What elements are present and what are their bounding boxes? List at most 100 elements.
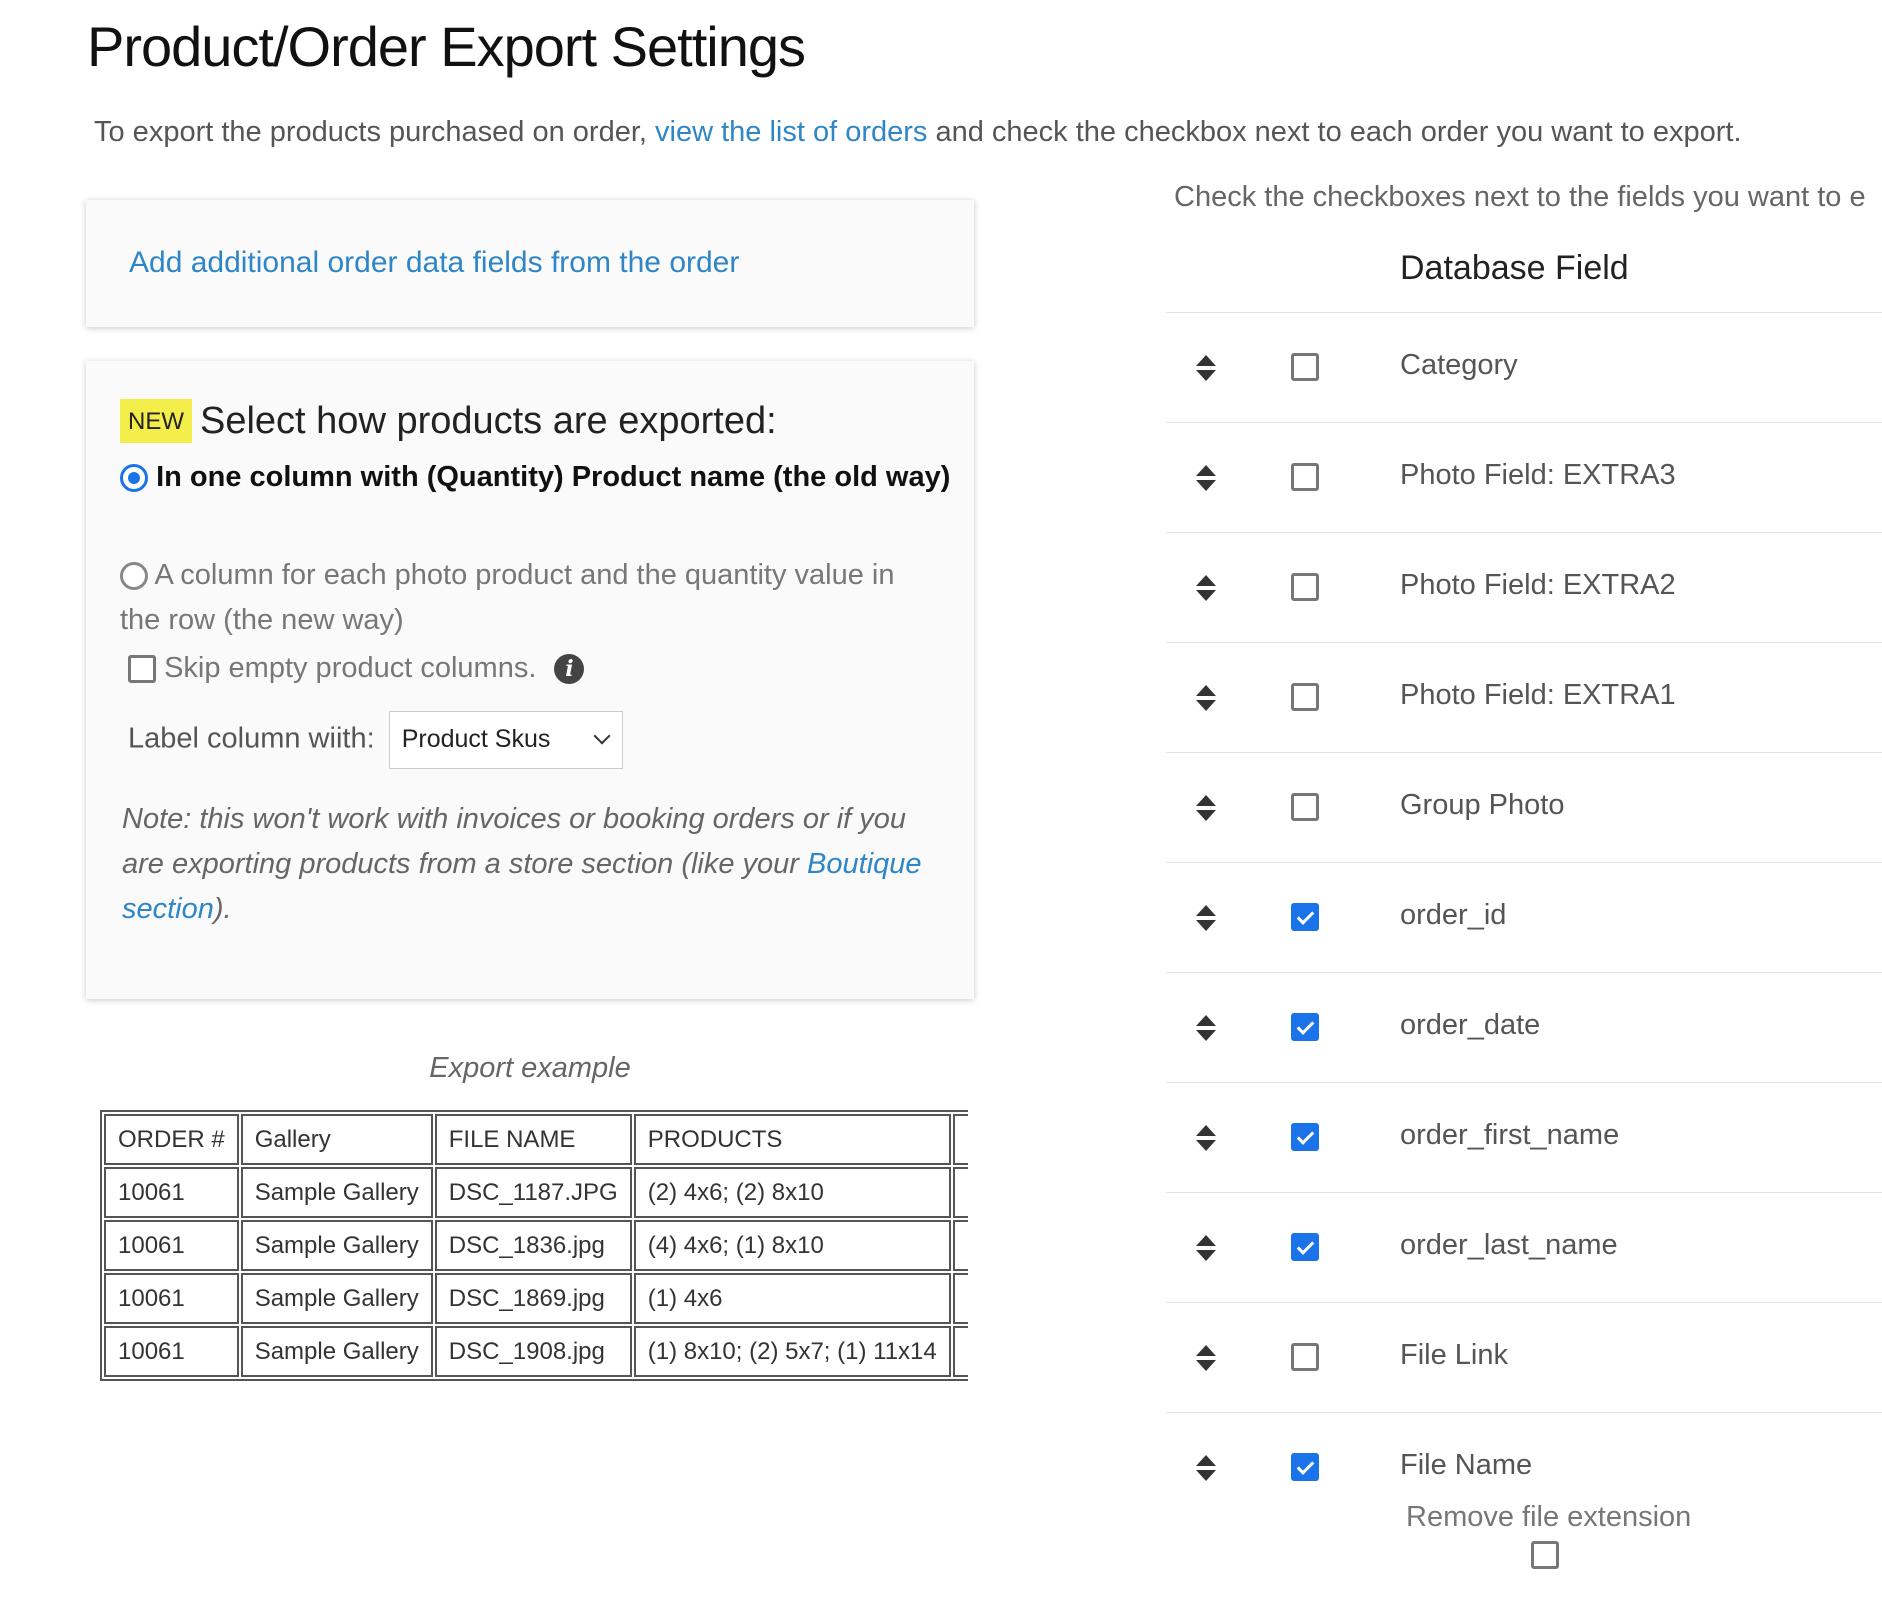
field-checkbox[interactable] [1291, 573, 1319, 601]
export-option-old-way[interactable]: In one column with (Quantity) Product na… [120, 461, 950, 494]
column-header-products: PRODUCTS [633, 1114, 951, 1165]
field-checkbox[interactable] [1291, 1233, 1319, 1261]
table-cell: Sample Gallery [240, 1167, 433, 1218]
view-orders-link[interactable]: view the list of orders [655, 116, 927, 148]
export-mode-heading: NEW Select how products are exported: [120, 399, 777, 443]
export-option-new-way[interactable]: A column for each photo product and the … [120, 553, 940, 643]
intro-text: To export the products purchased on orde… [94, 116, 1742, 149]
label-column-label: Label column wiith: [128, 722, 375, 755]
column-header-gallery: Gallery [240, 1114, 433, 1165]
page-title: Product/Order Export Settings [87, 15, 806, 78]
export-note-text: Note: this won't work with invoices or b… [122, 803, 907, 880]
fields-list: Category Photo Field: EXTRA3 Photo Field: … [1166, 313, 1882, 1569]
label-column-row: Label column wiith: Product Skus [128, 711, 623, 769]
field-checkbox[interactable] [1291, 793, 1319, 821]
field-label: order_last_name [1400, 1229, 1618, 1261]
table-cell: 10061 [104, 1220, 239, 1271]
field-row: Photo Field: EXTRA3 [1166, 423, 1882, 533]
intro-text-after: and check the checkbox next to each orde… [927, 116, 1742, 148]
table-cell: 10061 [104, 1326, 239, 1377]
field-row: order_first_name [1166, 1083, 1882, 1193]
table-cell: (4) 4x6; (1) 8x10 [633, 1220, 951, 1271]
table-row: 10061 Sample Gallery DSC_1869.jpg (1) 4x6 [104, 1273, 968, 1324]
sort-handle-icon[interactable] [1196, 795, 1216, 821]
field-label: order_id [1400, 899, 1507, 931]
field-label: Photo Field: EXTRA1 [1400, 679, 1676, 711]
field-label: Category [1400, 349, 1518, 381]
field-checkbox[interactable] [1291, 1123, 1319, 1151]
sort-handle-icon[interactable] [1196, 1125, 1216, 1151]
sort-handle-icon[interactable] [1196, 1015, 1216, 1041]
skip-empty-label: Skip empty product columns. [164, 652, 537, 684]
table-cell: (2) 4x6; (2) 8x10 [633, 1167, 951, 1218]
label-column-select-value: Product Skus [401, 725, 551, 753]
table-cell: 10061 [104, 1273, 239, 1324]
export-example-caption: Export example [429, 1052, 631, 1084]
table-cell-cutoff [952, 1220, 968, 1271]
table-header-row: ORDER # Gallery FILE NAME PRODUCTS [104, 1114, 968, 1165]
field-checkbox[interactable] [1291, 463, 1319, 491]
sort-handle-icon[interactable] [1196, 1455, 1216, 1481]
export-example-table: ORDER # Gallery FILE NAME PRODUCTS 10061… [100, 1110, 968, 1381]
field-row: Photo Field: EXTRA2 [1166, 533, 1882, 643]
column-header-cutoff [952, 1114, 968, 1165]
sort-handle-icon[interactable] [1196, 1345, 1216, 1371]
additional-fields-card: Add additional order data fields from th… [86, 200, 974, 327]
field-checkbox[interactable] [1291, 1453, 1319, 1481]
database-field-header-label: Database Field [1400, 249, 1629, 287]
table-cell-cutoff [952, 1273, 968, 1324]
sort-handle-icon[interactable] [1196, 465, 1216, 491]
radio-old-way[interactable] [120, 464, 148, 493]
info-icon[interactable]: i [554, 654, 585, 685]
table-cell: (1) 4x6 [633, 1273, 951, 1324]
table-cell: DSC_1869.jpg [434, 1273, 632, 1324]
add-order-fields-link[interactable]: Add additional order data fields from th… [129, 246, 739, 280]
radio-new-way[interactable] [120, 562, 148, 591]
field-label: File Link [1400, 1339, 1508, 1371]
export-option-old-way-label: In one column with (Quantity) Product na… [156, 461, 951, 493]
column-header-file-name: FILE NAME [434, 1114, 632, 1165]
field-checkbox[interactable] [1291, 903, 1319, 931]
table-cell: DSC_1908.jpg [434, 1326, 632, 1377]
export-example-body: 10061 Sample Gallery DSC_1187.JPG (2) 4x6; … [104, 1167, 968, 1377]
field-label: order_date [1400, 1009, 1541, 1041]
field-row: File Link [1166, 1303, 1882, 1413]
export-example-image: ORDER # Gallery FILE NAME PRODUCTS 10061… [100, 1110, 968, 1400]
field-row: order_last_name [1166, 1193, 1882, 1303]
sort-handle-icon[interactable] [1196, 355, 1216, 381]
field-label: Photo Field: EXTRA3 [1400, 459, 1676, 491]
table-cell: Sample Gallery [240, 1273, 433, 1324]
remove-extension-row[interactable]: Remove file extension [1406, 1501, 1692, 1569]
sort-handle-icon[interactable] [1196, 575, 1216, 601]
table-cell: DSC_1187.JPG [434, 1167, 632, 1218]
table-cell-cutoff [952, 1167, 968, 1218]
export-option-new-way-label: A column for each photo product and the … [120, 559, 895, 636]
table-row: 10061 Sample Gallery DSC_1836.jpg (4) 4x6; … [104, 1220, 968, 1271]
field-checkbox[interactable] [1291, 1013, 1319, 1041]
label-column-select[interactable]: Product Skus [388, 711, 623, 769]
table-cell: DSC_1836.jpg [434, 1220, 632, 1271]
sort-handle-icon[interactable] [1196, 1235, 1216, 1261]
table-cell: Sample Gallery [240, 1220, 433, 1271]
field-row: Category [1166, 313, 1882, 423]
remove-extension-checkbox[interactable] [1531, 1541, 1559, 1569]
table-cell: 10061 [104, 1167, 239, 1218]
sort-handle-icon[interactable] [1196, 905, 1216, 931]
field-label: Group Photo [1400, 789, 1565, 821]
table-cell-cutoff [952, 1326, 968, 1377]
table-row: 10061 Sample Gallery DSC_1908.jpg (1) 8x10;… [104, 1326, 968, 1377]
export-mode-card: NEW Select how products are exported: In … [86, 361, 974, 999]
table-cell: (1) 8x10; (2) 5x7; (1) 11x14 [633, 1326, 951, 1377]
field-checkbox[interactable] [1291, 1343, 1319, 1371]
field-row: File Name Remove file extension [1166, 1413, 1882, 1569]
skip-empty-checkbox[interactable] [128, 655, 156, 684]
sort-handle-icon[interactable] [1196, 685, 1216, 711]
field-checkbox[interactable] [1291, 683, 1319, 711]
field-row: Group Photo [1166, 753, 1882, 863]
remove-extension-label: Remove file extension [1406, 1501, 1692, 1533]
skip-empty-row[interactable]: Skip empty product columns. i [128, 652, 585, 685]
field-row: order_id [1166, 863, 1882, 973]
field-checkbox[interactable] [1291, 353, 1319, 381]
field-label: order_first_name [1400, 1119, 1620, 1151]
fields-intro: Check the checkboxes next to the fields … [1174, 181, 1866, 213]
